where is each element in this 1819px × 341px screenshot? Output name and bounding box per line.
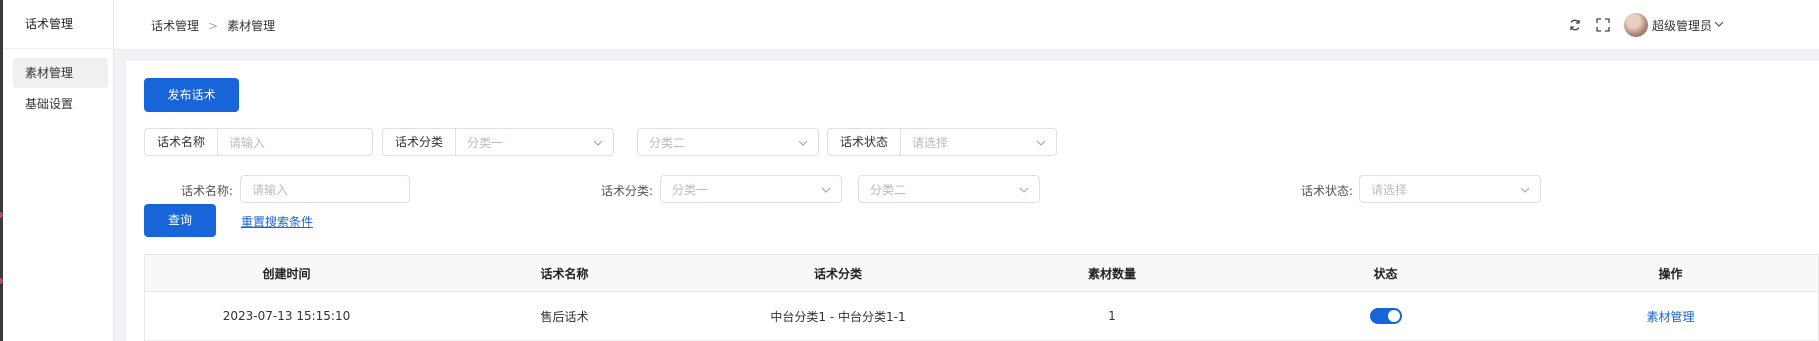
user-name[interactable]: 超级管理员 bbox=[1652, 17, 1712, 34]
category2-select-placeholder: 分类二 bbox=[649, 135, 686, 150]
category2-select[interactable]: 分类二 bbox=[637, 128, 819, 156]
publish-button[interactable]: 发布话术 bbox=[144, 78, 239, 112]
fullscreen-icon[interactable] bbox=[1596, 18, 1610, 32]
category2-select-2[interactable]: 分类二 bbox=[858, 175, 1040, 203]
category1-select[interactable]: 分类一 bbox=[456, 134, 593, 151]
column-header-name: 话术名称 bbox=[540, 266, 589, 281]
chevron-down-icon[interactable] bbox=[1714, 18, 1724, 32]
column-header-status: 状态 bbox=[1373, 266, 1398, 281]
refresh-icon[interactable] bbox=[1568, 18, 1582, 32]
data-table: 创建时间 话术名称 话术分类 素材数量 状态 操作 2023-07-13 15:… bbox=[144, 254, 1819, 341]
chevron-down-icon bbox=[1520, 184, 1530, 194]
breadcrumb: 话术管理 > 素材管理 bbox=[151, 17, 275, 34]
column-header-actions: 操作 bbox=[1658, 266, 1683, 281]
name-filter-group: 话术名称 请输入 bbox=[144, 128, 373, 156]
status-select[interactable]: 请选择 bbox=[901, 134, 1036, 151]
status-label-2: 话术状态: bbox=[1301, 184, 1354, 198]
sidebar-item-settings[interactable]: 基础设置 bbox=[13, 89, 108, 119]
table-row: 2023-07-13 15:15:10 售后话术 中台分类1 - 中台分类1-1… bbox=[145, 292, 1818, 341]
column-header-created: 创建时间 bbox=[262, 266, 311, 281]
status-filter-group: 话术状态 请选择 bbox=[827, 128, 1057, 156]
sidebar-title: 话术管理 bbox=[3, 0, 113, 49]
status-toggle[interactable] bbox=[1369, 308, 1402, 324]
breadcrumb-item[interactable]: 话术管理 bbox=[151, 17, 199, 34]
app-root: 话术管理 素材管理 基础设置 话术管理 > 素材管理 超级管理员 发布话术 话术… bbox=[0, 0, 1819, 341]
cell-status bbox=[1249, 292, 1522, 340]
name-input-2[interactable]: 请输入 bbox=[240, 175, 410, 203]
chevron-down-icon bbox=[1019, 184, 1029, 194]
category1-select-2-placeholder: 分类一 bbox=[672, 182, 709, 197]
category-filter-group: 话术分类 分类一 bbox=[382, 128, 614, 156]
chevron-down-icon bbox=[798, 137, 808, 147]
name-filter-label: 话术名称 bbox=[145, 129, 219, 155]
category1-select-2[interactable]: 分类一 bbox=[660, 175, 842, 203]
breadcrumb-separator-icon: > bbox=[208, 18, 219, 33]
query-button[interactable]: 查询 bbox=[144, 204, 216, 237]
status-select-2-placeholder: 请选择 bbox=[1371, 182, 1408, 197]
column-header-count: 素材数量 bbox=[1087, 266, 1136, 281]
column-header-category: 话术分类 bbox=[813, 266, 862, 281]
name-input-2-placeholder: 请输入 bbox=[252, 182, 289, 197]
sidebar-item-material[interactable]: 素材管理 bbox=[13, 58, 108, 88]
header-actions: 超级管理员 bbox=[1568, 12, 1724, 38]
cell-category: 中台分类1 - 中台分类1-1 bbox=[770, 309, 906, 324]
cell-actions: 素材管理 bbox=[1522, 292, 1819, 340]
toggle-knob bbox=[1387, 310, 1400, 322]
status-select-2[interactable]: 请选择 bbox=[1359, 175, 1541, 203]
reset-search-link[interactable]: 重置搜索条件 bbox=[241, 213, 313, 230]
chevron-down-icon bbox=[1036, 137, 1046, 147]
status-filter-label: 话术状态 bbox=[828, 129, 902, 155]
cell-created: 2023-07-13 15:15:10 bbox=[222, 309, 351, 323]
top-header: 话术管理 > 素材管理 超级管理员 bbox=[114, 0, 1819, 50]
name-filter-input[interactable]: 请输入 bbox=[218, 134, 372, 151]
material-manage-link[interactable]: 素材管理 bbox=[1646, 308, 1694, 325]
category-label-2: 话术分类: bbox=[601, 184, 654, 198]
sidebar: 话术管理 素材管理 基础设置 bbox=[3, 0, 114, 341]
chevron-down-icon bbox=[593, 137, 603, 147]
cell-count: 1 bbox=[1108, 309, 1116, 323]
cell-name: 售后话术 bbox=[540, 309, 589, 324]
table-header: 创建时间 话术名称 话术分类 素材数量 状态 操作 bbox=[145, 255, 1818, 292]
chevron-down-icon bbox=[821, 184, 831, 194]
name-label-2: 话术名称: bbox=[181, 184, 234, 198]
avatar[interactable] bbox=[1623, 13, 1648, 37]
category2-select-2-placeholder: 分类二 bbox=[870, 182, 907, 197]
category-filter-label: 话术分类 bbox=[383, 129, 457, 155]
breadcrumb-item-current: 素材管理 bbox=[227, 19, 276, 33]
